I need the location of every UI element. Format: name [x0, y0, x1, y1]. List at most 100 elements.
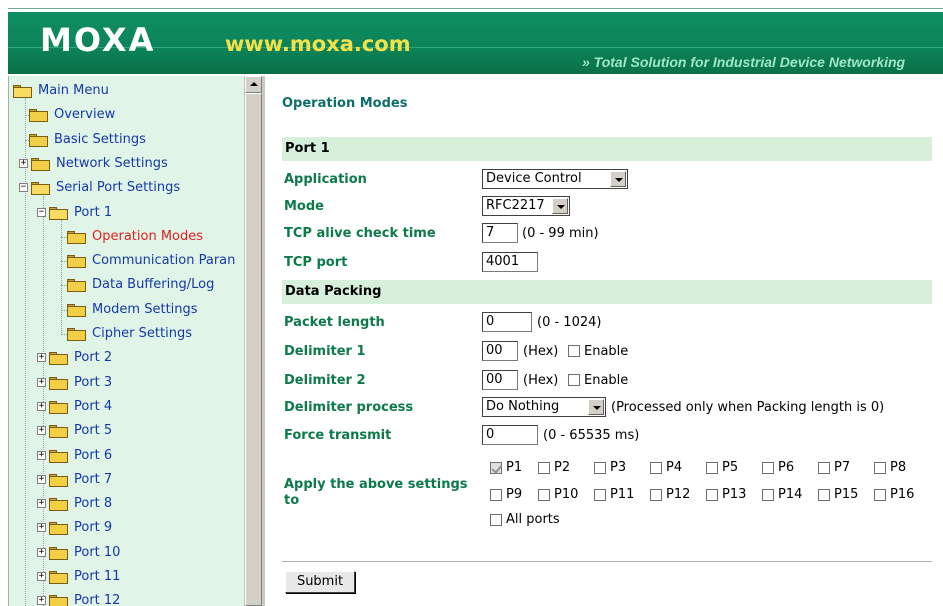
expand-icon[interactable]: +	[19, 159, 28, 168]
sidebar-item-label: Port 1	[74, 205, 113, 220]
delimiter2-input[interactable]: 00	[482, 370, 518, 390]
collapse-icon[interactable]: −	[37, 208, 46, 217]
port-checkbox-label: P3	[610, 460, 627, 475]
tcp-alive-input[interactable]: 7	[482, 223, 518, 243]
mode-select[interactable]: RFC2217	[482, 196, 570, 216]
sidebar-item-label: Overview	[54, 107, 116, 122]
expand-icon[interactable]: +	[37, 523, 46, 532]
sidebar-item[interactable]: + Port 5	[9, 420, 245, 442]
delimiter1-input[interactable]: 00	[482, 341, 518, 361]
section-port1-title: Port 1	[285, 141, 330, 156]
expand-icon[interactable]: +	[37, 353, 46, 362]
chevron-down-icon[interactable]	[588, 399, 604, 415]
sidebar-item[interactable]: + Port 10	[9, 542, 245, 564]
folder-icon	[49, 450, 68, 463]
folder-open-icon	[49, 207, 68, 220]
port-checkbox-p3[interactable]	[594, 462, 606, 474]
collapse-icon[interactable]: −	[19, 183, 28, 192]
scroll-up-button[interactable]	[245, 76, 262, 93]
port-checkbox-label: P2	[554, 460, 571, 475]
sidebar-item-label: Main Menu	[38, 83, 109, 98]
port-checkbox-p5[interactable]	[706, 462, 718, 474]
tcp-alive-label: TCP alive check time	[284, 226, 436, 241]
sidebar-item-label: Port 6	[74, 448, 113, 463]
sidebar-scrollbar[interactable]	[244, 76, 262, 606]
sidebar-item[interactable]: + Port 8	[9, 493, 245, 515]
chevron-down-icon[interactable]	[552, 198, 568, 214]
section-port1: Port 1	[282, 137, 932, 161]
delimiter2-enable-checkbox[interactable]	[568, 374, 580, 386]
sidebar-item[interactable]: − Port 1	[9, 202, 245, 224]
sidebar-item[interactable]: Modem Settings	[9, 299, 245, 321]
expand-icon[interactable]: +	[37, 402, 46, 411]
force-transmit-input[interactable]: 0	[482, 425, 538, 445]
form-divider	[282, 561, 932, 562]
port-checkbox-p12[interactable]	[650, 489, 662, 501]
folder-icon	[49, 352, 68, 365]
expand-icon[interactable]: +	[37, 475, 46, 484]
expand-icon[interactable]: +	[37, 426, 46, 435]
folder-icon	[49, 498, 68, 511]
sidebar-item[interactable]: + Port 12	[9, 590, 245, 606]
expand-icon[interactable]: +	[37, 451, 46, 460]
port-checkbox-label: P13	[722, 487, 747, 502]
sidebar-item[interactable]: + Port 9	[9, 517, 245, 539]
chevron-down-icon[interactable]	[610, 171, 626, 187]
delimiter2-enable-label: Enable	[584, 373, 629, 388]
delimiter1-enable-label: Enable	[584, 344, 629, 359]
port-checkbox-label: P7	[834, 460, 851, 475]
expand-icon[interactable]: +	[37, 378, 46, 387]
sidebar-item[interactable]: + Port 6	[9, 445, 245, 467]
scroll-thumb[interactable]	[245, 93, 262, 606]
tcp-port-input[interactable]: 4001	[482, 252, 538, 272]
sidebar-item[interactable]: + Port 4	[9, 396, 245, 418]
expand-icon[interactable]: +	[37, 499, 46, 508]
expand-icon[interactable]: +	[37, 596, 46, 605]
sidebar-item-label: Communication Paran	[92, 253, 236, 268]
delimiter1-enable-checkbox[interactable]	[568, 345, 580, 357]
port-checkbox-p8[interactable]	[874, 462, 886, 474]
port-checkbox-p9[interactable]	[490, 489, 502, 501]
port-checkbox-p4[interactable]	[650, 462, 662, 474]
port-checkbox-p1[interactable]	[490, 462, 502, 474]
site-url[interactable]: www.moxa.com	[225, 32, 411, 56]
submit-button[interactable]: Submit	[285, 571, 355, 593]
port-checkbox-p10[interactable]	[538, 489, 550, 501]
sidebar-item[interactable]: Communication Paran	[9, 250, 245, 272]
packet-length-input[interactable]: 0	[482, 312, 532, 332]
port-checkbox-p6[interactable]	[762, 462, 774, 474]
port-checkbox-label: P6	[778, 460, 795, 475]
sidebar-item[interactable]: Main Menu	[9, 80, 245, 102]
sidebar-item[interactable]: Overview	[9, 104, 245, 126]
sidebar-item[interactable]: + Network Settings	[9, 153, 245, 175]
all-ports-checkbox[interactable]	[490, 514, 502, 526]
application-select[interactable]: Device Control	[482, 169, 628, 189]
delimiter-process-select[interactable]: Do Nothing	[482, 397, 606, 417]
sidebar-item[interactable]: + Port 3	[9, 372, 245, 394]
sidebar-item[interactable]: − Serial Port Settings	[9, 177, 245, 199]
port-checkbox-label: P16	[890, 487, 915, 502]
sidebar-item[interactable]: Basic Settings	[9, 129, 245, 151]
sidebar-item[interactable]: + Port 11	[9, 566, 245, 588]
port-checkbox-p15[interactable]	[818, 489, 830, 501]
expand-icon[interactable]: +	[37, 548, 46, 557]
sidebar-item-label: Port 5	[74, 423, 113, 438]
folder-icon	[49, 522, 68, 535]
sidebar-item[interactable]: Data Buffering/Log	[9, 274, 245, 296]
folder-icon	[29, 134, 48, 147]
folder-icon	[49, 547, 68, 560]
sidebar-item[interactable]: + Port 2	[9, 347, 245, 369]
expand-icon[interactable]: +	[37, 572, 46, 581]
sidebar-item[interactable]: Cipher Settings	[9, 323, 245, 345]
port-checkbox-p7[interactable]	[818, 462, 830, 474]
port-checkbox-p16[interactable]	[874, 489, 886, 501]
folder-icon	[49, 425, 68, 438]
port-checkbox-p11[interactable]	[594, 489, 606, 501]
port-checkbox-p13[interactable]	[706, 489, 718, 501]
port-checkbox-p2[interactable]	[538, 462, 550, 474]
port-checkbox-p14[interactable]	[762, 489, 774, 501]
sidebar-item[interactable]: + Port 7	[9, 469, 245, 491]
force-transmit-label: Force transmit	[284, 428, 392, 443]
section-data-packing-title: Data Packing	[285, 284, 382, 299]
sidebar-item[interactable]: Operation Modes	[9, 226, 245, 248]
